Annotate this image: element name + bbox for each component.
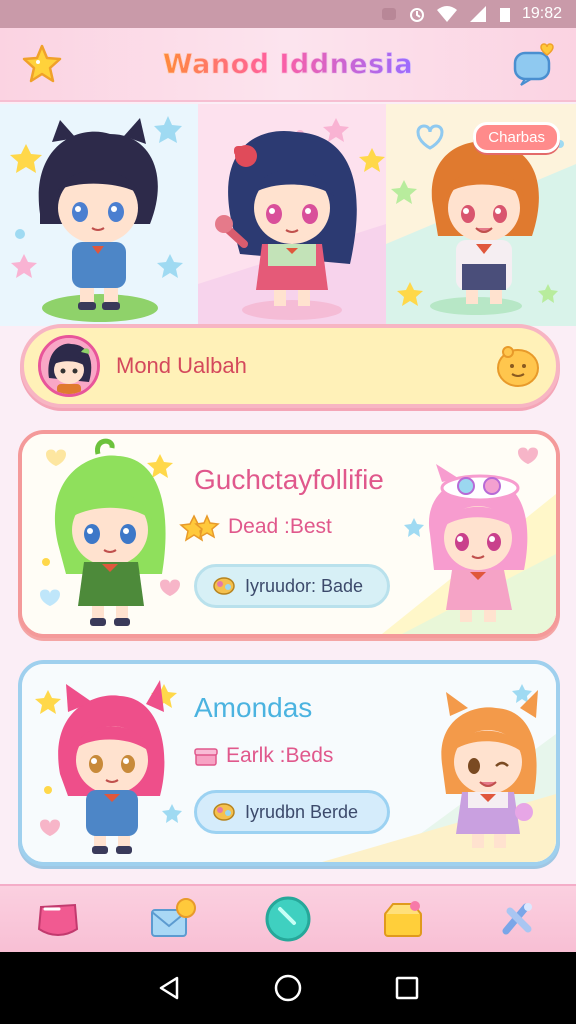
signal-icon [469, 6, 486, 22]
card-title: Amondas [194, 692, 313, 723]
treasure-box-icon [384, 901, 423, 937]
nav-back-button[interactable] [141, 960, 197, 1016]
status-bar: 19:82 [0, 0, 576, 28]
nav-recents-button[interactable] [379, 960, 435, 1016]
system-nav-bar [0, 952, 576, 1024]
avatar-character [41, 338, 97, 394]
back-triangle-icon [160, 976, 179, 1000]
card-subtitle-text: Dead :Best [228, 515, 332, 538]
status-time: 19:82 [521, 5, 562, 22]
candy-icon [213, 803, 235, 821]
hero-badge[interactable]: Charbas [473, 122, 560, 153]
card-pill-label: Iyruudor: Bade [245, 575, 364, 596]
card-subtitle: Earlk :Beds [194, 744, 333, 768]
orb-icon [265, 896, 311, 942]
star-icon [194, 514, 220, 539]
star-button[interactable] [18, 40, 66, 88]
nav-home-button[interactable] [260, 960, 316, 1016]
tab-home[interactable] [259, 890, 317, 948]
bottom-tab-bar [0, 884, 576, 952]
recents-square-icon [395, 976, 418, 1000]
smiley-bun-icon [497, 346, 539, 387]
tab-more[interactable] [489, 890, 547, 948]
home-circle-icon [274, 974, 302, 1002]
tab-heart[interactable] [29, 890, 87, 948]
gift-icon [194, 748, 218, 766]
card-action-button[interactable]: Iyrudbn Berde [194, 790, 390, 834]
app-title: Wanod Iddnesia [162, 48, 414, 80]
card-title: Guchctayfollifie [194, 464, 384, 495]
character-card-2[interactable]: Amondas Earlk :Beds Iyrudbn Berde [18, 660, 560, 866]
tab-box[interactable] [374, 890, 432, 948]
alarm-icon [409, 8, 424, 22]
profile-avatar [38, 335, 100, 397]
pink-heart-icon [37, 903, 78, 936]
emoji-button[interactable] [494, 342, 542, 394]
character-card-1[interactable]: Guchctayfollifie Dead :Best Iyruudor: Ba… [18, 430, 560, 638]
tab-mail[interactable] [144, 890, 202, 948]
battery-icon [499, 8, 510, 22]
notification-icon [381, 8, 396, 20]
profile-name: Mond Ualbah [116, 353, 247, 378]
envelope-icon [150, 898, 196, 937]
card-subtitle-text: Earlk :Beds [226, 744, 334, 767]
card-pill-label: Iyrudbn Berde [245, 801, 359, 822]
app-header: Wanod Iddnesia [0, 28, 576, 102]
hero-banner[interactable]: Charbas [0, 104, 576, 326]
candy-icon [213, 577, 235, 595]
heart-chat-icon [513, 43, 554, 86]
sparkle-cross-icon [502, 903, 533, 935]
wifi-icon [436, 6, 457, 22]
profile-bar[interactable]: Mond Ualbah [20, 324, 560, 408]
card-action-button[interactable]: Iyruudor: Bade [194, 564, 390, 608]
card-subtitle: Dead :Best [194, 514, 332, 540]
star-icon [22, 44, 62, 83]
chat-button[interactable] [510, 40, 558, 88]
